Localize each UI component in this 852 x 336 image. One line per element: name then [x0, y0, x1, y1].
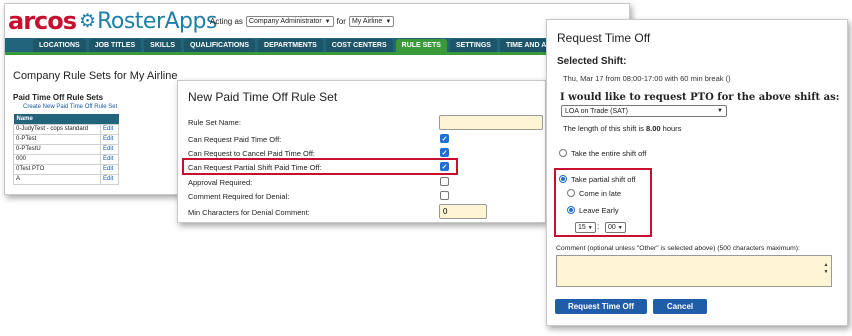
table-row: 0-PTestU Edit: [13, 143, 119, 155]
tab-job-titles[interactable]: JOB TITLES: [88, 39, 142, 52]
shift-length-suffix: hours: [660, 124, 682, 133]
page-title: Company Rule Sets for My Airline: [13, 70, 178, 82]
for-label: for: [336, 17, 346, 26]
dialog-title: Request Time Off: [557, 31, 651, 45]
leave-early-radio[interactable]: [567, 206, 575, 214]
approval-required-checkbox[interactable]: [440, 177, 449, 186]
highlight-box: [182, 158, 458, 175]
shift-length-value: 8.00: [645, 124, 661, 133]
edit-link[interactable]: Edit: [100, 143, 119, 155]
take-partial-shift-label: Take partial shift off: [571, 175, 636, 184]
table-header-name: Name: [13, 114, 119, 124]
tab-rule-sets[interactable]: RULE SETS: [395, 39, 447, 52]
take-entire-shift-radio[interactable]: [559, 149, 567, 157]
edit-link[interactable]: Edit: [100, 173, 119, 185]
time-separator: :: [597, 222, 600, 231]
comment-required-checkbox[interactable]: [440, 191, 449, 200]
rule-sets-table: Name 0-JudyTest - cops standard Edit 0-PT…: [13, 114, 119, 185]
comment-label: Comment (optional unless "Other" is sele…: [556, 245, 800, 252]
come-in-late-label: Come in late: [579, 189, 622, 198]
minute-select[interactable]: 00 ▼: [605, 222, 626, 233]
pto-type-select[interactable]: LOA on Trade (SAT) ▼: [561, 105, 727, 117]
table-row: A Edit: [13, 173, 119, 185]
chevron-down-icon: ▼: [587, 224, 593, 231]
hour-value: 15: [578, 224, 586, 231]
logo-rosterapps: RosterApps: [97, 8, 217, 34]
comment-textarea[interactable]: ▲ ▼: [556, 255, 832, 287]
min-characters-input[interactable]: [439, 204, 487, 219]
selected-shift-heading: Selected Shift:: [557, 56, 627, 67]
create-rule-set-link[interactable]: Create New Paid Time Off Rule Set: [23, 104, 117, 110]
request-pto-heading: I would like to request PTO for the abov…: [560, 92, 840, 103]
can-cancel-pto-checkbox[interactable]: ✓: [440, 148, 449, 157]
rule-set-name: 0-JudyTest - cops standard: [13, 123, 101, 135]
tab-skills[interactable]: SKILLS: [144, 39, 182, 52]
dialog-title: New Paid Time Off Rule Set: [188, 90, 338, 104]
new-rule-set-dialog: New Paid Time Off Rule Set Rule Set Name…: [177, 80, 546, 223]
tab-settings[interactable]: SETTINGS: [449, 39, 497, 52]
rule-set-name: 000: [13, 153, 101, 165]
table-row: 0Test PTO Edit: [13, 163, 119, 175]
field-label-approval-required: Approval Required:: [188, 178, 253, 187]
section-title: Paid Time Off Rule Sets: [13, 93, 104, 102]
scroll-arrows-icon[interactable]: ▲ ▼: [823, 262, 829, 276]
tab-cost-centers[interactable]: COST CENTERS: [325, 39, 393, 52]
field-label-can-request-pto: Can Request Paid Time Off:: [188, 135, 282, 144]
company-select-value: My Airline: [351, 18, 383, 25]
tab-qualifications[interactable]: QUALIFICATIONS: [184, 39, 256, 52]
tab-locations[interactable]: LOCATIONS: [33, 39, 86, 52]
edit-link[interactable]: Edit: [100, 133, 119, 145]
shift-length-prefix: The length of this shift is: [563, 124, 646, 133]
nav-tab-bar: LOCATIONS JOB TITLES SKILLS QUALIFICATIO…: [5, 38, 629, 52]
come-in-late-radio[interactable]: [567, 189, 575, 197]
selected-shift-text: Thu, Mar 17 from 08:00-17:00 with 60 min…: [563, 74, 731, 83]
role-select[interactable]: Company Administrator ▼: [245, 16, 334, 27]
field-label-comment-required: Comment Required for Denial:: [188, 192, 290, 201]
field-label-can-cancel-pto: Can Request to Cancel Paid Time Off:: [188, 149, 316, 158]
chevron-down-icon: ▼: [717, 108, 723, 114]
edit-link[interactable]: Edit: [100, 163, 119, 175]
can-request-pto-checkbox[interactable]: ✓: [440, 134, 449, 143]
logo: arcos ⚙ RosterApps: [8, 7, 217, 35]
rule-set-name: A: [13, 173, 101, 185]
chevron-down-icon: ▼: [617, 224, 623, 231]
company-select[interactable]: My Airline ▼: [348, 16, 395, 27]
edit-link[interactable]: Edit: [100, 153, 119, 165]
rule-set-name: 0Test PTO: [13, 163, 101, 175]
rule-set-name: 0-PTestU: [13, 143, 101, 155]
shift-length-text: The length of this shift is 8.00 hours: [563, 124, 681, 133]
request-time-off-dialog: Request Time Off Selected Shift: Thu, Ma…: [546, 19, 848, 326]
table-row: 0-PTest Edit: [13, 133, 119, 145]
rule-set-name: 0-PTest: [13, 133, 101, 145]
field-label-min-characters: Min Characters for Denial Comment:: [188, 208, 310, 217]
chevron-down-icon: ▼: [324, 18, 331, 25]
tab-underline: [5, 52, 629, 55]
hour-select[interactable]: 15 ▼: [575, 222, 596, 233]
field-label-rule-set-name: Rule Set Name:: [188, 118, 241, 127]
logo-arcos: arcos: [8, 7, 77, 35]
cancel-button[interactable]: Cancel: [653, 299, 707, 314]
request-time-off-button[interactable]: Request Time Off: [555, 299, 647, 314]
table-row: 0-JudyTest - cops standard Edit: [13, 123, 119, 135]
edit-link[interactable]: Edit: [100, 123, 119, 135]
acting-as-bar: Acting as Company Administrator ▼ for My …: [210, 16, 395, 27]
chevron-down-icon: ▼: [385, 18, 392, 25]
take-partial-shift-radio[interactable]: [559, 175, 567, 183]
rule-set-name-input[interactable]: [439, 115, 543, 130]
pto-type-value: LOA on Trade (SAT): [565, 107, 628, 115]
table-row: 000 Edit: [13, 153, 119, 165]
role-select-value: Company Administrator: [248, 18, 322, 25]
acting-as-label: Acting as: [210, 17, 243, 26]
gear-icon: ⚙: [79, 10, 97, 32]
take-entire-shift-label: Take the entire shift off: [571, 149, 647, 158]
tab-departments[interactable]: DEPARTMENTS: [258, 39, 323, 52]
minute-value: 00: [608, 224, 616, 231]
leave-early-label: Leave Early: [579, 206, 619, 215]
